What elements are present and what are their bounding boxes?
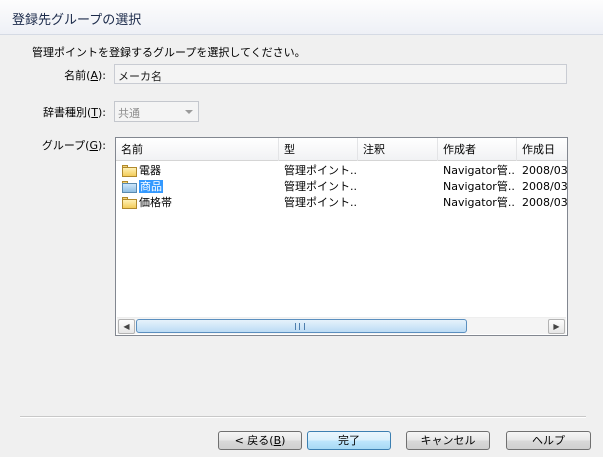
- name-label: 名前(A):: [64, 69, 106, 82]
- folder-icon: [122, 197, 137, 209]
- column-header-note[interactable]: 注釈: [358, 138, 438, 161]
- chevron-down-icon[interactable]: [181, 103, 197, 120]
- row-name: 電器: [139, 164, 161, 177]
- group-label: グループ(G):: [41, 139, 106, 152]
- row-date: 2008/03.: [522, 196, 568, 209]
- name-field[interactable]: メーカ名: [114, 64, 567, 84]
- cancel-button[interactable]: キャンセル: [406, 431, 490, 450]
- row-name: 商品: [139, 180, 163, 193]
- dict-type-label: 辞書種別(T):: [42, 106, 106, 119]
- folder-icon: [122, 181, 137, 193]
- scrollbar-thumb[interactable]: [136, 319, 467, 333]
- wizard-header: 登録先グループの選択: [0, 0, 603, 35]
- row-author: Navigator管...: [443, 196, 515, 209]
- table-row[interactable]: 価格帯 管理ポイント... Navigator管... 2008/03.: [116, 195, 567, 211]
- row-note: [363, 179, 435, 195]
- group-list[interactable]: 名前 型 注釈 作成者 作成日 電器 管理ポイント... Navigator管.…: [115, 137, 568, 336]
- row-type: 管理ポイント...: [284, 196, 356, 209]
- dict-type-select[interactable]: 共通: [114, 101, 199, 122]
- column-header-date[interactable]: 作成日: [517, 138, 567, 161]
- row-note: [363, 195, 435, 211]
- list-header: 名前 型 注釈 作成者 作成日: [116, 138, 567, 161]
- finish-button[interactable]: 完了: [307, 431, 391, 450]
- table-row[interactable]: 電器 管理ポイント... Navigator管... 2008/03.: [116, 163, 567, 179]
- row-type: 管理ポイント...: [284, 164, 356, 177]
- row-date: 2008/03.: [522, 180, 568, 193]
- row-author: Navigator管...: [443, 164, 515, 177]
- window-title: 登録先グループの選択: [12, 13, 142, 28]
- horizontal-scrollbar[interactable]: ◀ ▶: [117, 317, 566, 334]
- row-note: [363, 163, 435, 179]
- instruction-text: 管理ポイントを登録するグループを選択してください。: [32, 46, 306, 59]
- scroll-right-icon[interactable]: ▶: [548, 319, 565, 334]
- column-header-name[interactable]: 名前: [116, 138, 279, 161]
- help-button[interactable]: ヘルプ: [506, 431, 591, 450]
- column-header-author[interactable]: 作成者: [438, 138, 517, 161]
- column-header-type[interactable]: 型: [279, 138, 358, 161]
- scroll-left-icon[interactable]: ◀: [118, 319, 135, 334]
- row-author: Navigator管...: [443, 180, 515, 193]
- back-button[interactable]: < 戻る(B): [218, 431, 302, 450]
- row-date: 2008/03.: [522, 164, 568, 177]
- footer-divider: [20, 416, 586, 418]
- folder-icon: [122, 165, 137, 177]
- dict-type-value: 共通: [118, 107, 140, 120]
- row-type: 管理ポイント...: [284, 180, 356, 193]
- table-row-selected[interactable]: 商品 管理ポイント... Navigator管... 2008/03.: [116, 179, 567, 195]
- row-name: 価格帯: [139, 196, 172, 209]
